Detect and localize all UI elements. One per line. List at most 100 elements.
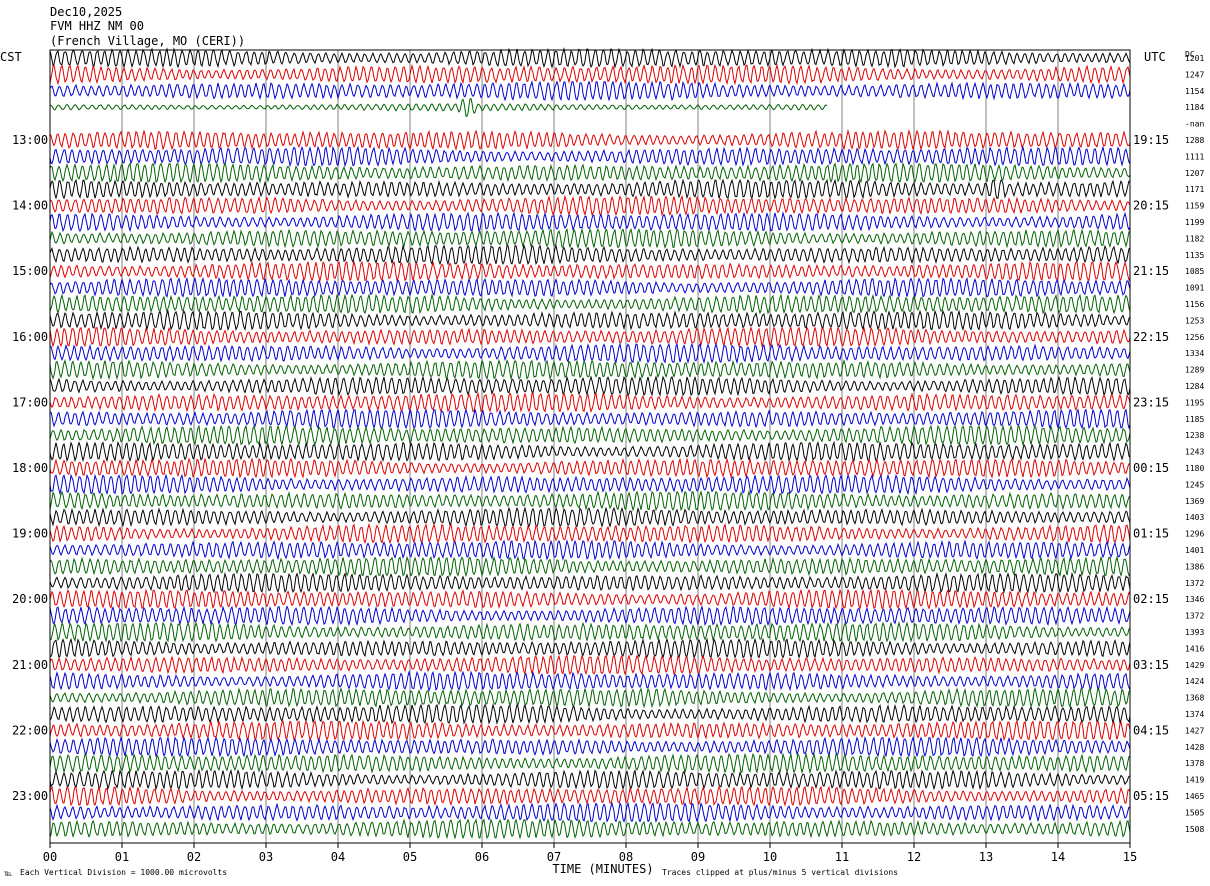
x-tick-label: 05 [403,850,417,864]
footer-scale: Each Vertical Division = 1000.00 microvo… [20,868,227,877]
dc-offset: -nan [1185,120,1204,129]
dc-offset: 1393 [1185,628,1204,637]
dc-offset: 1135 [1185,251,1204,260]
trace-row-33 [49,588,1131,611]
x-tick-label: 12 [907,850,921,864]
cst-label: 17:00 [12,395,48,409]
trace-row-3 [49,97,828,117]
cst-label: 21:00 [12,658,48,672]
trace-row-36 [49,637,1131,660]
dc-offset: 1243 [1185,448,1204,457]
dc-offset: 1465 [1185,792,1204,801]
trace-row-25 [49,457,1131,479]
dc-offset: 1374 [1185,710,1204,719]
dc-offset: 1368 [1185,694,1204,703]
dc-offset: 1429 [1185,661,1204,670]
x-tick-label: 10 [763,850,777,864]
dc-offset: 1289 [1185,366,1204,375]
dc-offset: 1154 [1185,87,1204,96]
dc-offset: 1256 [1185,333,1204,342]
footer-mark: ℡ [3,869,13,878]
dc-offset: 1253 [1185,316,1204,325]
dc-offset: 1245 [1185,480,1204,489]
trace-row-17 [49,325,1131,348]
trace-row-16 [49,309,1131,332]
utc-label: 00:15 [1133,461,1169,475]
trace-row-27 [49,489,1131,512]
dc-offset: 1171 [1185,185,1204,194]
dc-offset: 1372 [1185,612,1204,621]
header-location: (French Village, MO (CERI)) [50,34,245,48]
trace-row-9 [49,194,1131,217]
dc-offset-column: 1201 1247 1154 1184 -nan 1288 1111 1207 1171 1159… [1185,54,1204,834]
trace-row-30 [49,539,1131,561]
right-zone-label: UTC [1144,50,1166,64]
trace-row-15 [49,293,1131,315]
dc-offset: 1111 [1185,152,1204,161]
header-station: FVM HHZ NM 00 [50,19,144,33]
utc-label: 03:15 [1133,658,1169,672]
trace-row-26 [49,473,1131,496]
x-tick-label: 11 [835,850,849,864]
dc-offset: 1159 [1185,202,1204,211]
footer-clip: Traces clipped at plus/minus 5 vertical … [662,868,898,877]
dc-offset: 1195 [1185,398,1204,407]
cst-label: 23:00 [12,789,48,803]
utc-label: 20:15 [1133,199,1169,213]
dc-offset: 1288 [1185,136,1204,145]
trace-row-46 [49,801,1131,824]
dc-offset: 1386 [1185,562,1204,571]
seismic-traces [49,47,1131,840]
x-tick-label: 04 [331,850,345,864]
trace-row-39 [49,686,1131,709]
dc-offset: 1296 [1185,530,1204,539]
dc-offset: 1185 [1185,415,1204,424]
x-tick-label: 14 [1051,850,1065,864]
dc-offset: 1372 [1185,579,1204,588]
dc-offset: 1085 [1185,267,1204,276]
x-tick-label: 00 [43,850,57,864]
trace-row-31 [49,555,1131,578]
dc-offset: 1419 [1185,776,1204,785]
trace-row-42 [49,735,1131,758]
trace-row-18 [49,342,1131,365]
trace-row-0 [49,47,1131,69]
utc-label: 05:15 [1133,789,1169,803]
dc-offset: 1378 [1185,759,1204,768]
trace-row-28 [49,506,1131,529]
header-date: Dec10,2025 [50,5,122,19]
dc-offset: 1424 [1185,677,1204,686]
dc-offset: 1403 [1185,513,1204,522]
trace-row-2 [49,80,1131,102]
trace-row-8 [49,178,1131,200]
trace-row-38 [49,670,1131,692]
cst-label: 15:00 [12,264,48,278]
dc-offset: 1369 [1185,497,1204,506]
trace-row-35 [49,621,1131,643]
dc-offset: 1284 [1185,382,1204,391]
utc-label: 02:15 [1133,592,1169,606]
trace-row-23 [49,424,1131,447]
utc-label: 21:15 [1133,264,1169,278]
dc-offset: 1207 [1185,169,1204,178]
trace-row-1 [49,63,1131,86]
x-tick-label: 03 [259,850,273,864]
cst-label: 20:00 [12,592,48,606]
trace-row-5 [49,129,1131,151]
trace-row-6 [49,145,1131,168]
trace-row-32 [49,571,1131,594]
cst-label: 16:00 [12,330,48,344]
x-tick-label: 13 [979,850,993,864]
cst-label: 18:00 [12,461,48,475]
x-tick-label: 15 [1123,850,1137,864]
dc-offset: 1238 [1185,431,1204,440]
utc-label: 22:15 [1133,330,1169,344]
trace-row-24 [49,440,1131,463]
dc-offset: 1180 [1185,464,1204,473]
dc-offset: 1334 [1185,349,1204,358]
trace-row-29 [49,522,1131,545]
trace-row-34 [49,604,1131,627]
trace-row-14 [49,276,1131,299]
trace-row-40 [49,703,1131,725]
dc-offset: 1247 [1185,70,1204,79]
